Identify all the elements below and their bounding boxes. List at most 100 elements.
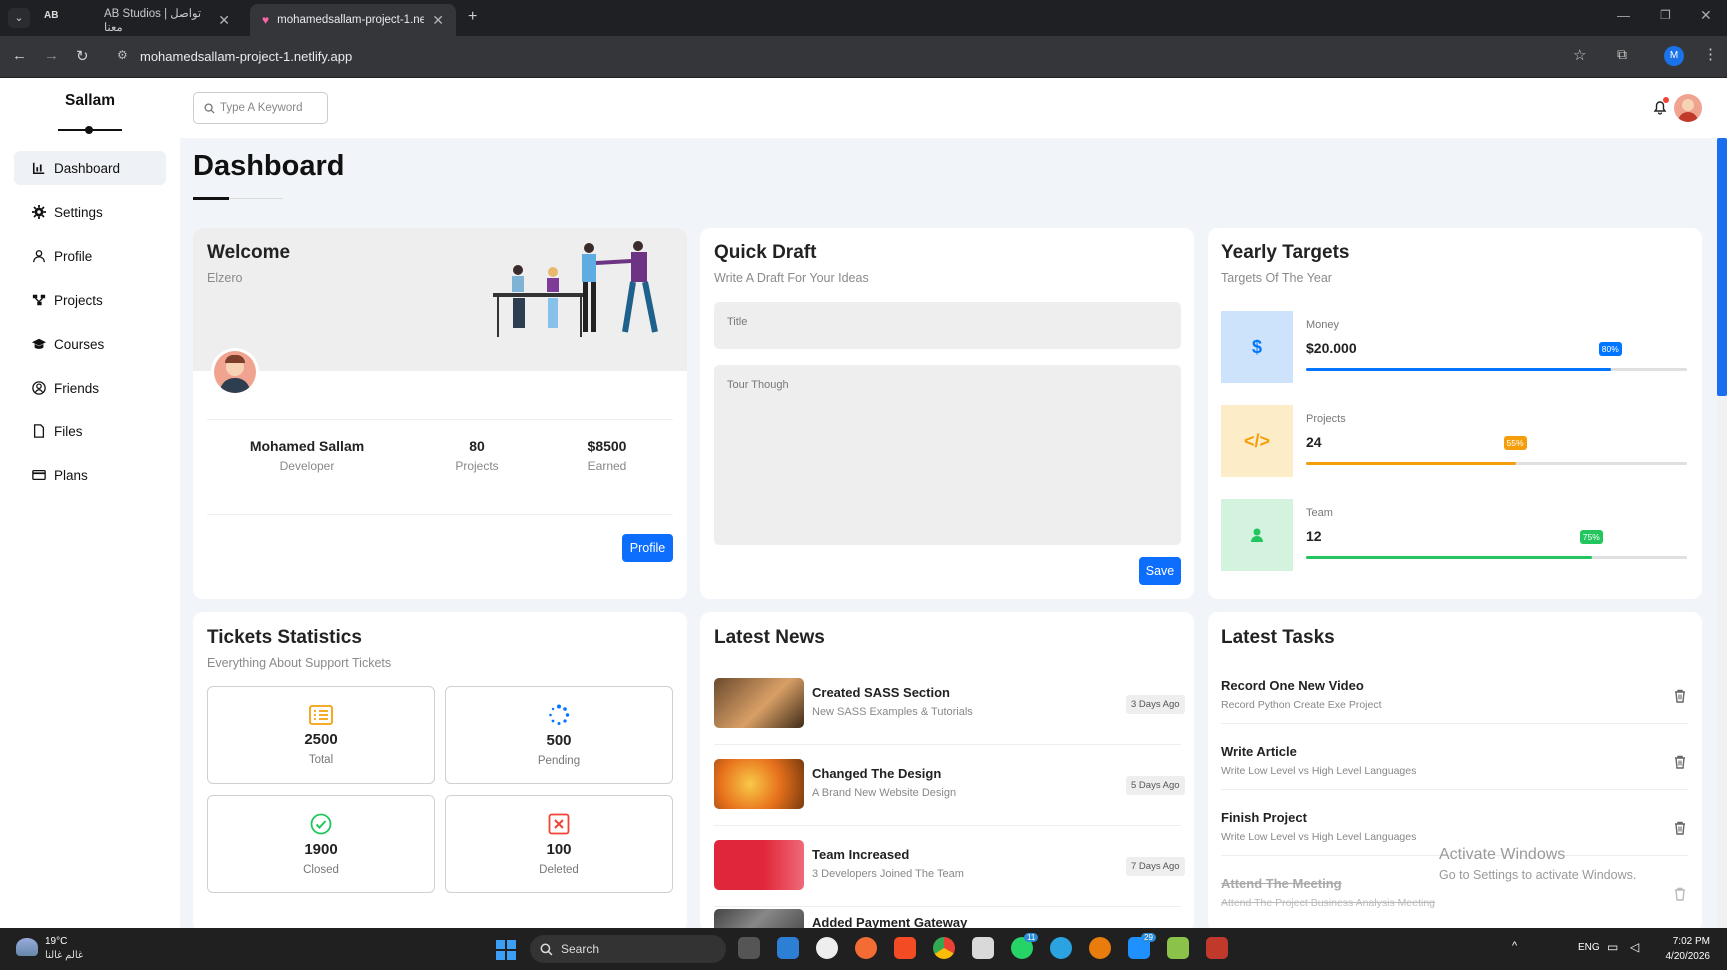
save-button[interactable]: Save <box>1139 557 1181 585</box>
weather-icon[interactable] <box>16 938 38 956</box>
url-field[interactable]: mohamedsallam-project-1.netlify.app <box>140 49 352 64</box>
divider <box>1221 723 1688 724</box>
new-tab-icon[interactable]: + <box>468 8 477 26</box>
sidebar-item-files[interactable]: Files <box>14 414 166 448</box>
draft-title-input[interactable]: Title <box>714 302 1181 349</box>
notification-dot <box>1663 97 1669 103</box>
app-icon[interactable] <box>816 937 838 959</box>
news-thumbnail <box>714 678 804 728</box>
search-input[interactable]: Type A Keyword <box>193 92 328 124</box>
list-icon <box>309 704 333 725</box>
ticket-stat-closed: 1900 Closed <box>207 795 435 893</box>
news-item-title[interactable]: Team Increased <box>812 847 909 862</box>
target-value: 12 <box>1306 528 1322 544</box>
quick-draft-card: Quick Draft Write A Draft For Your Ideas… <box>700 228 1194 599</box>
chrome-icon[interactable] <box>933 937 955 959</box>
check-circle-icon <box>310 813 332 834</box>
target-label: Money <box>1306 319 1340 331</box>
target-label: Projects <box>1306 413 1346 425</box>
news-thumbnail <box>714 840 804 890</box>
language-indicator[interactable]: ENG <box>1578 942 1600 953</box>
trash-icon[interactable] <box>1674 887 1686 901</box>
ticket-stat-value: 500 <box>546 731 572 749</box>
projects-value: 80 <box>469 438 485 454</box>
minimize-icon[interactable]: — <box>1617 8 1630 23</box>
latest-tasks-card: Latest Tasks Record One New Video Record… <box>1208 612 1702 932</box>
ticket-stat-value: 100 <box>546 840 572 858</box>
earned-value: $8500 <box>587 438 627 454</box>
store-icon[interactable] <box>972 937 994 959</box>
weather-temp[interactable]: 19°C <box>45 936 67 947</box>
profile-button[interactable]: Profile <box>622 534 673 562</box>
forward-icon[interactable]: → <box>44 47 59 64</box>
back-icon[interactable]: ← <box>12 47 27 64</box>
avatar[interactable] <box>1674 94 1702 122</box>
task-view-icon[interactable] <box>738 937 760 959</box>
bell-icon[interactable] <box>1652 97 1669 115</box>
tab-mohamedsallam[interactable]: ♥ mohamedsallam-project-1.netli ✕ <box>250 4 456 36</box>
news-item-title[interactable]: Created SASS Section <box>812 685 950 700</box>
sidebar-item-courses[interactable]: Courses <box>14 327 166 361</box>
tab-ab-studios[interactable]: AB Studios | تواصل معنا ✕ <box>92 4 242 36</box>
reload-icon[interactable]: ↻ <box>76 47 89 65</box>
vscode-icon[interactable] <box>777 937 799 959</box>
sidebar-item-plans[interactable]: Plans <box>14 458 166 492</box>
network-icon[interactable]: ▭ <box>1607 940 1618 954</box>
circle-user-icon <box>32 381 46 395</box>
sidebar-item-settings[interactable]: Settings <box>14 195 166 229</box>
sidebar-item-friends[interactable]: Friends <box>14 371 166 405</box>
dollar-icon: $ <box>1251 336 1262 357</box>
task-subtitle-done: Attend The Project Business Analysis Mee… <box>1221 897 1436 909</box>
sidebar-item-dashboard[interactable]: Dashboard <box>14 151 166 185</box>
sidebar-item-projects[interactable]: Projects <box>14 283 166 317</box>
clock-date[interactable]: 4/20/2026 <box>1656 951 1711 962</box>
news-item-subtitle: A Brand New Website Design <box>812 787 957 799</box>
tray-chevron-icon[interactable]: ^ <box>1512 940 1517 952</box>
ticket-stat-value: 2500 <box>304 730 338 748</box>
profile-avatar[interactable]: M <box>1664 46 1684 66</box>
tab-search-chevron-icon[interactable]: ⌄ <box>8 8 30 28</box>
bookmark-star-icon[interactable]: ☆ <box>1573 46 1586 64</box>
welcome-title: Welcome <box>207 242 291 263</box>
mail-badge: 29 <box>1141 933 1156 942</box>
page-title: Dashboard <box>193 150 345 182</box>
divider <box>1221 789 1688 790</box>
brave-icon[interactable] <box>894 937 916 959</box>
profile-role: Developer <box>279 459 335 473</box>
trash-icon[interactable] <box>1674 821 1686 835</box>
page-scrollbar-thumb[interactable] <box>1717 138 1727 396</box>
close-tab-icon[interactable]: ✕ <box>432 12 444 29</box>
divider <box>207 514 673 515</box>
blender-icon[interactable] <box>1089 937 1111 959</box>
telegram-icon[interactable] <box>1050 937 1072 959</box>
menu-icon[interactable]: ⋮ <box>1703 45 1718 63</box>
quick-draft-subtitle: Write A Draft For Your Ideas <box>714 271 869 285</box>
trash-icon[interactable] <box>1674 689 1686 703</box>
windows-start-icon[interactable] <box>496 940 516 960</box>
trash-icon[interactable] <box>1674 755 1686 769</box>
top-header <box>180 78 1727 138</box>
sidebar-item-label: Projects <box>54 292 103 308</box>
sidebar-item-profile[interactable]: Profile <box>14 239 166 273</box>
taskbar-search[interactable]: Search <box>530 935 726 963</box>
ticket-stat-label: Pending <box>537 754 581 767</box>
volume-icon[interactable]: ◁ <box>1630 940 1639 954</box>
postman-icon[interactable] <box>855 937 877 959</box>
yearly-targets-subtitle: Targets Of The Year <box>1221 271 1332 285</box>
close-window-icon[interactable]: ✕ <box>1700 7 1712 24</box>
clock-time[interactable]: 7:02 PM <box>1660 936 1710 947</box>
user-icon <box>33 250 45 263</box>
app-icon[interactable] <box>1206 937 1228 959</box>
target-percent-badge: 80% <box>1598 342 1622 356</box>
spinner-icon <box>549 704 570 725</box>
lambda-icon[interactable] <box>1167 937 1189 959</box>
target-progress-track <box>1306 368 1687 371</box>
target-percent-badge: 75% <box>1579 530 1603 544</box>
ticket-stat-total: 2500 Total <box>207 686 435 784</box>
draft-body-textarea[interactable]: Tour Though <box>714 365 1181 545</box>
site-info-icon[interactable]: ⚙ <box>117 48 128 62</box>
news-item-title[interactable]: Changed The Design <box>812 766 941 781</box>
restore-icon[interactable]: ❐ <box>1660 8 1671 22</box>
extensions-icon[interactable]: ⧉ <box>1617 46 1627 63</box>
close-tab-icon[interactable]: ✕ <box>218 12 230 29</box>
